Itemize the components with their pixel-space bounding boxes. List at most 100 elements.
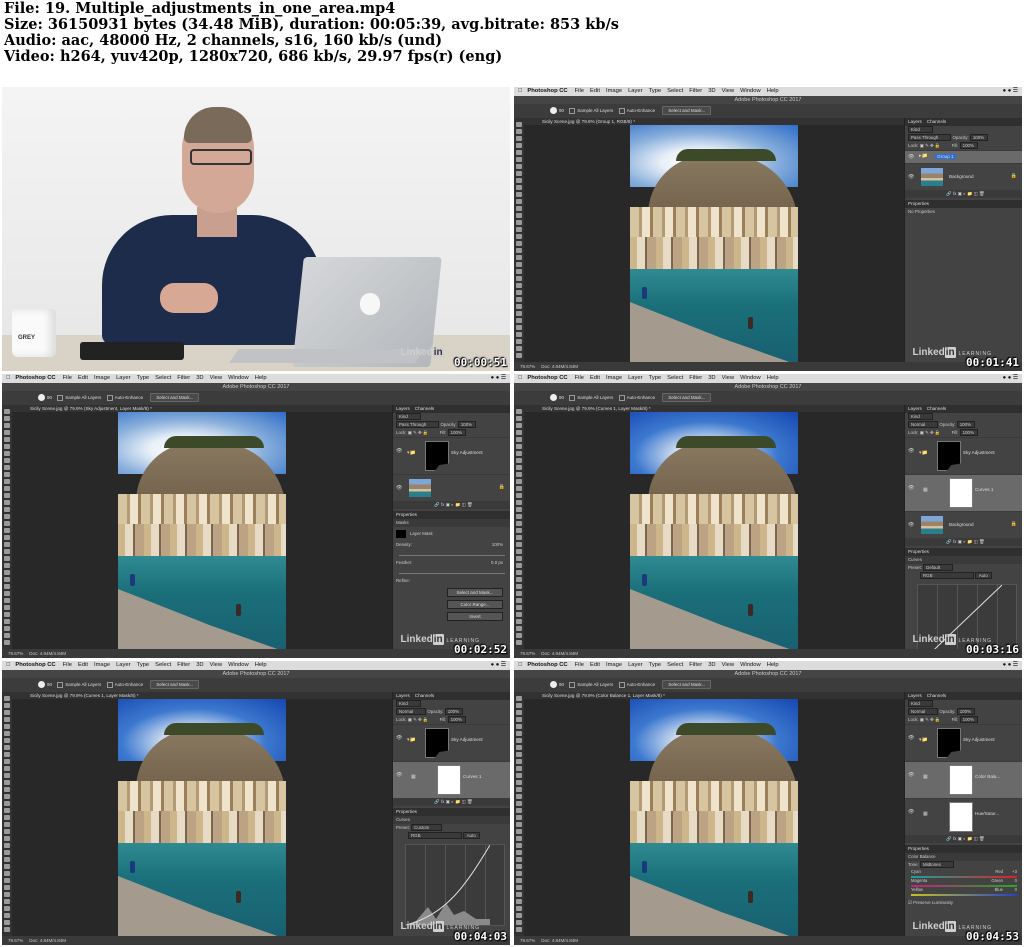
filter-row[interactable]: Kind bbox=[905, 126, 1022, 134]
tool-icon[interactable] bbox=[516, 542, 522, 547]
menu-item[interactable]: View bbox=[210, 375, 222, 381]
menu-item[interactable]: Layer bbox=[116, 662, 131, 668]
layer-mask-thumb[interactable] bbox=[949, 765, 973, 795]
tool-icon[interactable] bbox=[4, 885, 10, 890]
tool-icon[interactable] bbox=[4, 528, 10, 533]
tool-icon[interactable] bbox=[516, 192, 522, 197]
brush-preview-icon[interactable] bbox=[38, 681, 45, 689]
tool-icon[interactable] bbox=[4, 486, 10, 491]
document-tab[interactable]: Sicily Scene.jpg @ 79.9% (Curves 1, Laye… bbox=[524, 405, 904, 412]
blend-row[interactable]: Normal Opacity: 100% bbox=[905, 708, 1022, 716]
menu-item[interactable]: Window bbox=[740, 88, 761, 94]
channel-row[interactable]: RGB Auto bbox=[393, 832, 510, 840]
tool-icon[interactable] bbox=[516, 822, 522, 827]
tool-icon[interactable] bbox=[516, 297, 522, 302]
tool-icon[interactable] bbox=[516, 584, 522, 589]
tool-icon[interactable] bbox=[516, 521, 522, 526]
menu-item[interactable]: Window bbox=[228, 375, 249, 381]
mask-button[interactable]: Invert bbox=[447, 612, 503, 621]
tool-icon[interactable] bbox=[516, 514, 522, 519]
menu-item[interactable]: Image bbox=[606, 375, 622, 381]
tool-icon[interactable] bbox=[516, 171, 522, 176]
tool-icon[interactable] bbox=[516, 850, 522, 855]
layer-name[interactable]: Group 1 bbox=[935, 154, 956, 159]
select-and-mask-button[interactable]: Select and Mask... bbox=[150, 393, 200, 402]
tool-icon[interactable] bbox=[516, 717, 522, 722]
tool-icon[interactable] bbox=[516, 920, 522, 925]
tool-icon[interactable] bbox=[4, 423, 10, 428]
menu-item[interactable]: Filter bbox=[177, 375, 190, 381]
mask-button[interactable]: Select and Mask... bbox=[447, 588, 503, 597]
tool-icon[interactable] bbox=[4, 591, 10, 596]
tool-icon[interactable] bbox=[516, 353, 522, 358]
color-balance-slider[interactable]: Cyan Red +3 bbox=[911, 869, 1017, 878]
tool-icon[interactable] bbox=[516, 465, 522, 470]
tool-icon[interactable] bbox=[516, 906, 522, 911]
layer-name[interactable]: Curves 1 bbox=[463, 774, 481, 779]
eye-icon[interactable]: 👁 bbox=[908, 485, 914, 491]
tool-icon[interactable] bbox=[4, 745, 10, 750]
select-and-mask-button[interactable]: Select and Mask... bbox=[662, 106, 712, 115]
tool-icon[interactable] bbox=[516, 409, 522, 414]
menu-item[interactable]: Filter bbox=[689, 88, 702, 94]
tool-icon[interactable] bbox=[516, 332, 522, 337]
apple-menu-icon[interactable]:  bbox=[2, 375, 15, 381]
menu-item[interactable]: Layer bbox=[116, 375, 131, 381]
menu-item[interactable]: Photoshop CC bbox=[527, 375, 567, 381]
tool-icon[interactable] bbox=[516, 773, 522, 778]
menu-item[interactable]: Filter bbox=[689, 662, 702, 668]
tool-icon[interactable] bbox=[516, 780, 522, 785]
layer-row[interactable]: 👁 ▦ Color Bala... bbox=[905, 761, 1022, 798]
eye-icon[interactable]: 👁 bbox=[908, 154, 914, 160]
tool-icon[interactable] bbox=[516, 892, 522, 897]
menu-item[interactable]: 3D bbox=[708, 375, 715, 381]
menu-item[interactable]: Help bbox=[767, 375, 779, 381]
eye-icon[interactable]: 👁 bbox=[396, 772, 402, 778]
filter-row[interactable]: Kind bbox=[905, 700, 1022, 708]
filter-row[interactable]: Kind bbox=[905, 413, 1022, 421]
menu-item[interactable]: Edit bbox=[590, 375, 600, 381]
brush-preview-icon[interactable] bbox=[550, 681, 557, 689]
layer-row[interactable]: 👁 ▾📁 Sky Adjustment bbox=[393, 437, 510, 474]
menu-item[interactable]: Help bbox=[767, 88, 779, 94]
curves-panel[interactable] bbox=[405, 844, 505, 926]
tool-icon[interactable] bbox=[516, 311, 522, 316]
menu-item[interactable]: View bbox=[722, 375, 734, 381]
tool-icon[interactable] bbox=[4, 787, 10, 792]
menu-item[interactable]: 3D bbox=[196, 375, 203, 381]
sample-all-checkbox[interactable] bbox=[569, 681, 576, 688]
tool-icon[interactable] bbox=[4, 584, 10, 589]
tool-icon[interactable] bbox=[4, 500, 10, 505]
menu-item[interactable]: File bbox=[575, 88, 584, 94]
tool-icon[interactable] bbox=[516, 346, 522, 351]
tool-icon[interactable] bbox=[516, 472, 522, 477]
tool-icon[interactable] bbox=[4, 794, 10, 799]
tool-icon[interactable] bbox=[516, 269, 522, 274]
tool-icon[interactable] bbox=[516, 220, 522, 225]
tool-icon[interactable] bbox=[516, 423, 522, 428]
tool-icon[interactable] bbox=[4, 521, 10, 526]
layer-name[interactable]: Sky Adjustment bbox=[451, 737, 483, 742]
layer-row[interactable]: 👁 ▸📁 Group 1 bbox=[905, 150, 1022, 163]
tool-icon[interactable] bbox=[4, 864, 10, 869]
layer-name[interactable]: Color Bala... bbox=[975, 774, 1000, 779]
filter-row[interactable]: Kind bbox=[393, 413, 510, 421]
tool-icon[interactable] bbox=[516, 458, 522, 463]
menu-item[interactable]: Window bbox=[228, 662, 249, 668]
layer-name[interactable]: Background bbox=[949, 174, 974, 179]
layer-row[interactable]: 👁 ▦ Curves 1 bbox=[393, 761, 510, 798]
layer-mask-thumb[interactable] bbox=[425, 728, 449, 758]
tool-icon[interactable] bbox=[4, 577, 10, 582]
document-tab[interactable]: Sicily Scene.jpg @ 79.9% (Sky Adjustment… bbox=[12, 405, 392, 412]
tool-icon[interactable] bbox=[516, 199, 522, 204]
tool-icon[interactable] bbox=[516, 255, 522, 260]
tool-icon[interactable] bbox=[516, 493, 522, 498]
tool-icon[interactable] bbox=[516, 164, 522, 169]
tool-icon[interactable] bbox=[4, 542, 10, 547]
tool-icon[interactable] bbox=[4, 479, 10, 484]
tool-icon[interactable] bbox=[4, 556, 10, 561]
tool-icon[interactable] bbox=[4, 458, 10, 463]
color-balance-slider[interactable]: Yellow Blue 0 bbox=[911, 887, 1017, 896]
layer-row[interactable]: 👁 🔒 bbox=[393, 474, 510, 501]
tool-icon[interactable] bbox=[4, 892, 10, 897]
